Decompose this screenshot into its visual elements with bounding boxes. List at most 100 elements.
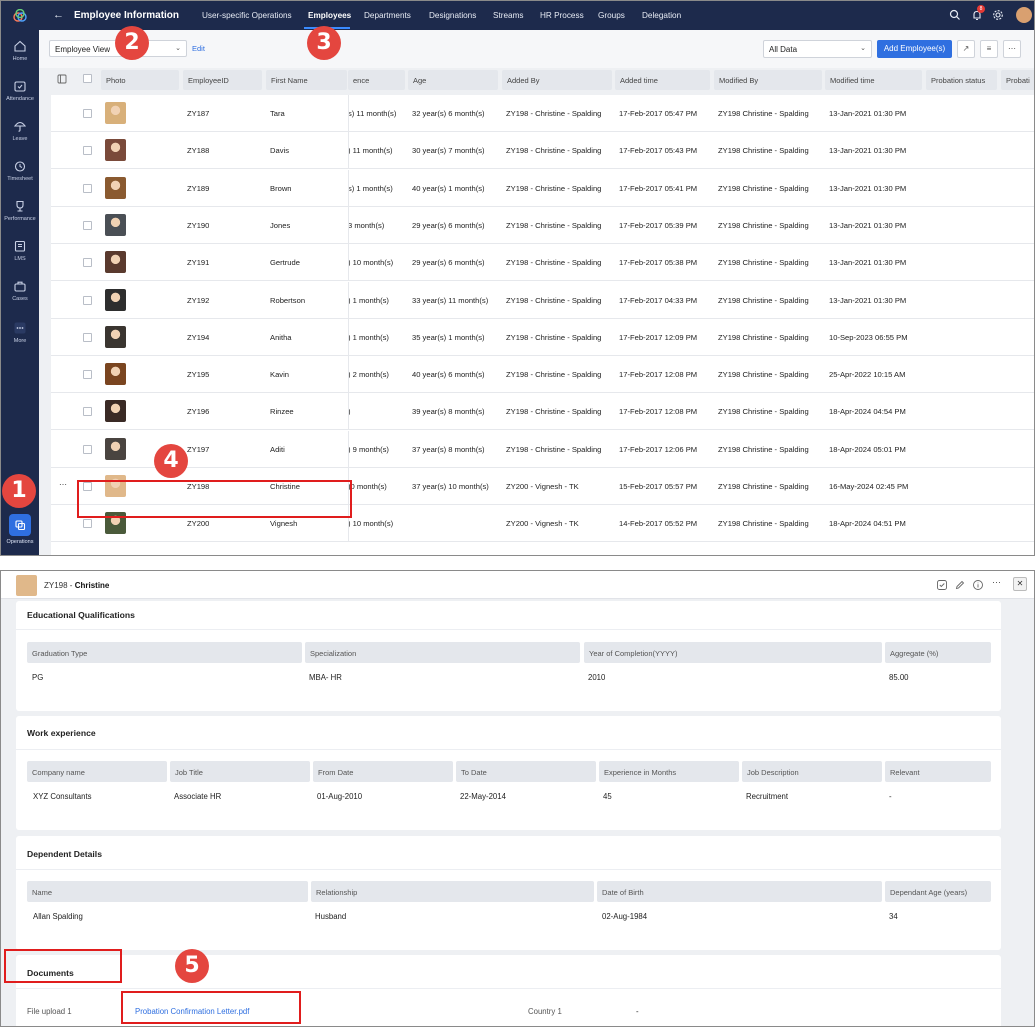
table-row[interactable]: ZY187 Tara s) 11 month(s) 32 year(s) 6 mont… (51, 95, 1034, 132)
data-filter-select[interactable]: All Data ⌄ (763, 40, 872, 58)
expand-icon[interactable]: ↗ (957, 40, 975, 58)
sidebar-item-performance[interactable]: Performance (1, 199, 39, 222)
row-checkbox[interactable] (83, 109, 92, 118)
edit-view-link[interactable]: Edit (192, 44, 205, 53)
cell-first-name[interactable]: Aditi (270, 445, 285, 454)
column-divider (348, 169, 349, 207)
cell-added-time: 17-Feb-2017 05:47 PM (619, 109, 698, 118)
row-checkbox[interactable] (83, 295, 92, 305)
cell-employee-id[interactable]: ZY190 (187, 221, 209, 230)
close-icon[interactable]: ✕ (1013, 577, 1027, 591)
cell-first-name[interactable]: Robertson (270, 296, 305, 305)
sidebar-item-leave[interactable]: Leave (1, 119, 39, 142)
cell-employee-id[interactable]: ZY191 (187, 258, 209, 267)
row-checkbox[interactable] (83, 146, 92, 156)
sidebar-item-more[interactable]: More (1, 321, 39, 344)
info-icon[interactable] (972, 579, 984, 591)
cell-first-name[interactable]: Kavin (270, 370, 289, 379)
tab-user-specific-operations[interactable]: User-specific Operations (202, 11, 292, 20)
home-icon (14, 40, 26, 52)
field-header: Experience in Months (599, 761, 739, 782)
column-header-employee-id[interactable]: EmployeeID (183, 70, 262, 90)
column-settings-icon[interactable] (57, 74, 67, 84)
table-row[interactable]: ZY192 Robertson) 1 month(s) 33 year(s) 11 … (51, 281, 1034, 319)
column-header-modified-by[interactable]: Modified By (714, 70, 822, 90)
table-row[interactable]: ZY195 Kavin) 2 month(s) 40 year(s) 6 month… (51, 356, 1034, 394)
column-header-photo[interactable]: Photo (101, 70, 179, 90)
sidebar-item-timesheet[interactable]: Timesheet (1, 159, 39, 182)
cell-first-name[interactable]: Davis (270, 146, 289, 155)
cell-first-name[interactable]: Rinzee (270, 407, 294, 416)
table-row[interactable]: ZY189 Brown s) 1 month(s) 40 year(s) 1 mont… (51, 169, 1034, 207)
employee-photo (105, 400, 126, 423)
cell-employee-id[interactable]: ZY194 (187, 333, 209, 342)
sidebar-item-home[interactable]: Home (1, 39, 39, 62)
gear-icon[interactable] (992, 9, 1004, 21)
column-header-experience[interactable]: ence (348, 70, 405, 90)
field-value: Recruitment (746, 792, 789, 801)
cell-employee-id[interactable]: ZY196 (187, 407, 209, 416)
cell-first-name[interactable]: Anitha (270, 333, 292, 342)
tab-hr-process[interactable]: HR Process (540, 11, 584, 20)
row-checkbox[interactable] (83, 370, 92, 380)
tab-groups[interactable]: Groups (598, 11, 625, 20)
row-checkbox[interactable] (83, 407, 92, 417)
cell-first-name[interactable]: Jones (270, 221, 290, 230)
cell-employee-id[interactable]: ZY200 (187, 519, 209, 528)
cell-first-name[interactable]: Gertrude (270, 258, 300, 267)
column-header-age[interactable]: Age (408, 70, 498, 90)
row-checkbox[interactable] (83, 519, 92, 529)
user-avatar[interactable] (1016, 7, 1032, 23)
sidebar-item-operations[interactable] (9, 514, 31, 536)
sidebar-item-cases[interactable]: Cases (1, 279, 39, 302)
cell-employee-id[interactable]: ZY197 (187, 445, 209, 454)
more-options-icon[interactable]: ⋯ (1003, 40, 1021, 58)
filter-icon[interactable]: ≡ (980, 40, 998, 58)
column-header-probation[interactable]: Probati (1001, 70, 1034, 90)
cell-first-name[interactable]: Brown (270, 184, 292, 193)
table-row[interactable]: ZY197 Aditi) 9 month(s) 37 year(s) 8 month… (51, 430, 1034, 468)
row-checkbox[interactable] (83, 220, 92, 230)
row-checkbox[interactable] (83, 183, 92, 193)
field-header: Relationship (311, 881, 594, 902)
tab-employees[interactable]: Employees (308, 11, 351, 20)
column-header-added-time[interactable]: Added time (615, 70, 710, 90)
edit-icon[interactable] (954, 579, 966, 591)
search-icon[interactable] (949, 9, 961, 21)
column-header-first-name[interactable]: First Name (266, 70, 347, 90)
cell-employee-id[interactable]: ZY192 (187, 296, 209, 305)
cell-first-name[interactable]: Vignesh (270, 519, 297, 528)
cell-age: 35 year(s) 1 month(s) (412, 332, 485, 342)
row-checkbox[interactable] (83, 332, 92, 342)
column-header-modified-time[interactable]: Modified time (825, 70, 922, 90)
employee-photo (105, 363, 126, 386)
select-all-checkbox[interactable] (83, 74, 92, 83)
column-header-added-by[interactable]: Added By (502, 70, 612, 90)
more-options-icon[interactable]: ⋯ (992, 577, 1001, 588)
row-actions-icon[interactable]: ⋯ (59, 480, 67, 489)
sidebar-item-attendance[interactable]: Attendance (1, 79, 39, 102)
tab-delegation[interactable]: Delegation (642, 11, 681, 20)
cell-employee-id[interactable]: ZY187 (187, 109, 209, 118)
employee-detail-panel: ZY198 - Christine ⋯ ✕ Educational Qualif… (0, 570, 1035, 1027)
table-row[interactable]: ZY190 Jones 3 month(s) 29 year(s) 6 month(s… (51, 206, 1034, 244)
approve-icon[interactable] (936, 579, 948, 591)
table-row[interactable]: ZY196 Rinzee) 39 year(s) 8 month(s) ZY198 -… (51, 393, 1034, 431)
tab-streams[interactable]: Streams (493, 11, 523, 20)
cell-employee-id[interactable]: ZY188 (187, 146, 209, 155)
table-row[interactable]: ZY188 Davis) 11 month(s) 30 year(s) 7 mont… (51, 132, 1034, 170)
left-sidebar: Home Attendance Leave Timesheet Performa… (1, 1, 39, 555)
tab-departments[interactable]: Departments (364, 11, 411, 20)
add-employee-button[interactable]: Add Employee(s) (877, 40, 952, 58)
cell-first-name[interactable]: Tara (270, 109, 285, 118)
table-row[interactable]: ZY194 Anitha) 1 month(s) 35 year(s) 1 mont… (51, 318, 1034, 356)
table-row[interactable]: ZY191 Gertrude) 10 month(s) 29 year(s) 6 m… (51, 244, 1034, 282)
sidebar-item-lms[interactable]: LMS (1, 239, 39, 262)
row-checkbox[interactable] (83, 444, 92, 454)
column-header-probation-status[interactable]: Probation status (926, 70, 997, 90)
tab-designations[interactable]: Designations (429, 11, 476, 20)
row-checkbox[interactable] (83, 258, 92, 268)
back-arrow-icon[interactable]: ← (53, 9, 64, 21)
cell-employee-id[interactable]: ZY189 (187, 184, 209, 193)
cell-employee-id[interactable]: ZY195 (187, 370, 209, 379)
